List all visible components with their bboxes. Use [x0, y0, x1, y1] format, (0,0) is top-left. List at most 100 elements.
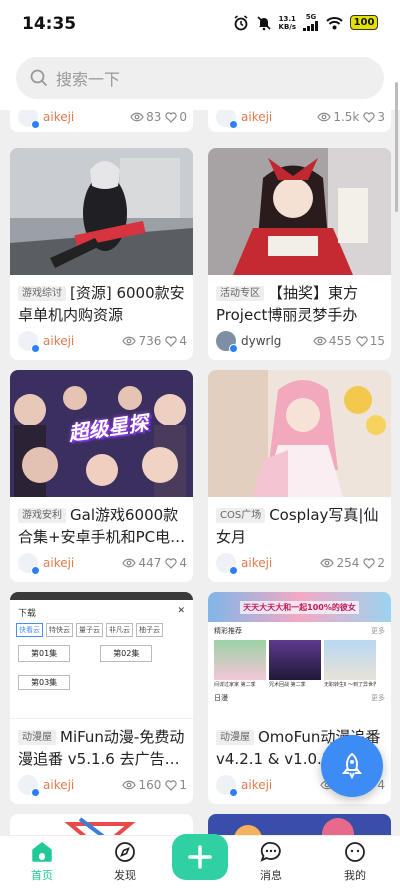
like-count[interactable]: 4 [165, 334, 187, 348]
net-speed: 13.1 KB/s [278, 14, 296, 31]
like-count[interactable]: 0 [165, 110, 187, 124]
card-footer: aikeji 447 4 [18, 552, 187, 575]
author-name: aikeji [43, 556, 75, 570]
avatar [18, 775, 40, 797]
publish-button[interactable] [172, 834, 228, 880]
battery-indicator: 100 [350, 15, 378, 30]
like-count[interactable]: 2 [363, 556, 385, 570]
search-header: 搜索一下 [0, 48, 400, 110]
post-card[interactable]: 超级星探 游戏安利 Gal游戏6000款合集+安卓手机和PC电… aikeji 4… [10, 370, 193, 582]
status-time: 14:35 [22, 14, 77, 34]
nav-messages[interactable]: 消息 [241, 840, 301, 888]
like-count[interactable]: 15 [356, 334, 385, 348]
heart-icon [165, 779, 177, 791]
post-thumbnail [208, 370, 391, 497]
view-count: 254 [320, 556, 359, 570]
nav-home-label: 首页 [31, 869, 53, 882]
post-card-partial[interactable]: aikeji 1.5k 3 [208, 110, 391, 132]
heart-icon [356, 335, 368, 347]
post-card-partial[interactable]: aikeji 83 0 [10, 110, 193, 132]
banner-text: 天天大天大和一起100%的彼女 [240, 600, 359, 614]
author-name: aikeji [241, 778, 273, 792]
post-thumbnail [10, 814, 193, 835]
post-feed[interactable]: aikeji 83 0 aikeji 1.5k 3 游戏综讨 [资源] 6000款… [0, 110, 400, 835]
view-count: 83 [130, 110, 161, 124]
signal-icon [303, 21, 318, 31]
status-bar: 14:35 13.1 KB/s 5G 100 [0, 0, 400, 48]
avatar [216, 110, 238, 129]
heart-icon [363, 111, 375, 123]
author-name: aikeji [43, 110, 75, 124]
mute-icon [256, 15, 271, 30]
heart-icon [165, 111, 177, 123]
profile-icon [345, 842, 365, 862]
close-icon: ✕ [177, 606, 185, 616]
avatar [18, 331, 40, 353]
search-icon [30, 69, 48, 87]
post-thumbnail [208, 148, 391, 275]
post-title: 游戏综讨 [资源] 6000款安卓单机内购资源 [18, 284, 185, 324]
post-title: 动漫屋 MiFun动漫-免费动漫追番 v5.1.6 去广告… [18, 728, 185, 768]
nav-discover[interactable]: 发现 [95, 840, 155, 888]
category-tag: 动漫屋 [216, 730, 254, 745]
nav-mine[interactable]: 我的 [325, 840, 385, 888]
scrollbar[interactable] [395, 82, 398, 212]
author-name: aikeji [43, 778, 75, 792]
rocket-fab-button[interactable] [321, 735, 383, 797]
heart-icon [165, 335, 177, 347]
post-thumbnail [10, 148, 193, 275]
search-input[interactable]: 搜索一下 [16, 57, 384, 99]
bottom-nav: 首页 发现 消息 我的 [0, 834, 400, 889]
card-footer: aikeji 254 2 [216, 552, 385, 575]
chat-icon [260, 842, 281, 862]
post-card[interactable]: 下载 ✕ 快看云 特快云 量子云 非凡云 柚子云 第01集 第02集 第03集 动… [10, 592, 193, 804]
plus-icon [188, 845, 212, 869]
view-count: 455 [313, 334, 352, 348]
home-icon [32, 842, 52, 862]
signal-label: 5G [305, 13, 317, 21]
eye-icon [122, 336, 137, 346]
post-card[interactable]: 活动专区 【抽奖】東方Project博丽灵梦手办 dywrlg 455 15 [208, 148, 391, 360]
post-thumbnail: 下载 ✕ 快看云 特快云 量子云 非凡云 柚子云 第01集 第02集 第03集 [10, 592, 193, 719]
post-title: 活动专区 【抽奖】東方Project博丽灵梦手办 [216, 284, 359, 324]
avatar [18, 110, 40, 129]
eye-icon [122, 558, 137, 568]
author-name: aikeji [43, 334, 75, 348]
category-tag: 活动专区 [216, 286, 264, 301]
heart-icon [165, 557, 177, 569]
post-title: 游戏安利 Gal游戏6000款合集+安卓手机和PC电… [18, 506, 186, 546]
view-count: 447 [122, 556, 161, 570]
like-count[interactable]: 3 [363, 110, 385, 124]
post-card-partial[interactable] [208, 814, 391, 835]
post-title: COS广场 Cosplay写真|仙女月 [216, 506, 379, 546]
search-placeholder: 搜索一下 [56, 70, 121, 89]
card-footer: aikeji 1.5k 3 [216, 110, 385, 129]
category-tag: 动漫屋 [18, 730, 56, 745]
avatar [216, 553, 238, 575]
like-count[interactable]: 4 [165, 556, 187, 570]
view-count: 1.5k [317, 110, 359, 124]
eye-icon [122, 780, 137, 790]
post-card[interactable]: COS广场 Cosplay写真|仙女月 aikeji 254 2 [208, 370, 391, 582]
eye-icon [320, 558, 335, 568]
card-footer: dywrlg 455 15 [216, 330, 385, 353]
nav-mine-label: 我的 [344, 869, 366, 882]
status-icons: 13.1 KB/s 5G 100 [233, 14, 378, 31]
avatar [216, 331, 238, 353]
author-name: aikeji [241, 110, 273, 124]
post-card-partial[interactable] [10, 814, 193, 835]
card-footer: aikeji 160 1 [18, 774, 187, 797]
category-tag: COS广场 [216, 508, 266, 523]
post-card[interactable]: 游戏综讨 [资源] 6000款安卓单机内购资源 aikeji 736 4 [10, 148, 193, 360]
nav-discover-label: 发现 [114, 869, 136, 882]
author-name: aikeji [241, 556, 273, 570]
compass-icon [115, 842, 135, 862]
nav-home[interactable]: 首页 [12, 840, 72, 888]
eye-icon [317, 112, 332, 122]
download-header: 下载 [18, 609, 37, 619]
like-count[interactable]: 1 [165, 778, 187, 792]
nav-messages-label: 消息 [260, 869, 282, 882]
eye-icon [130, 112, 144, 122]
category-tag: 游戏安利 [18, 508, 66, 523]
category-tag: 游戏综讨 [18, 286, 66, 301]
